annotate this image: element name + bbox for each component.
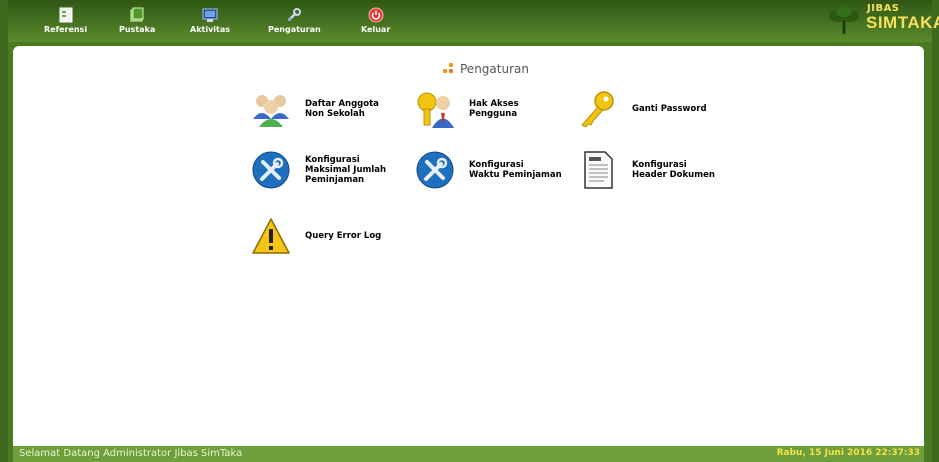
nav-label: Aktivitas: [190, 25, 231, 34]
menu-label: Query Error Log: [305, 231, 382, 241]
menu-konfig-maksimal[interactable]: Konfigurasi Maksimal Jumlah Peminjaman: [251, 150, 405, 190]
menu-daftar-anggota[interactable]: Daftar Anggota Non Sekolah: [251, 89, 405, 129]
datetime-text: Rabu, 15 Juni 2016 22:37:33: [776, 448, 920, 458]
nav-label: Pustaka: [119, 25, 156, 34]
menu-hak-akses[interactable]: Hak Akses Pengguna: [415, 89, 569, 129]
nav-pustaka[interactable]: Pustaka: [119, 2, 155, 34]
logo-line2: SIMTAKA: [866, 13, 939, 32]
logout-icon: [368, 7, 384, 23]
status-bar: Selamat Datang Administrator Jibas SimTa…: [13, 446, 924, 462]
library-icon: [130, 7, 144, 22]
settings-icon: [288, 8, 302, 21]
key-icon: [581, 91, 614, 128]
top-menu-bar: Referensi Pustaka Aktivitas Pengaturan K…: [8, 0, 939, 42]
nav-pengaturan[interactable]: Pengaturan: [268, 2, 321, 34]
app-logo: JIBAS SIMTAKA: [822, 3, 939, 39]
menu-label: Konfigurasi Maksimal Jumlah Peminjaman: [305, 155, 387, 185]
nav-label: Referensi: [44, 25, 88, 34]
nav-label: Pengaturan: [268, 25, 321, 34]
warning-icon: [252, 218, 290, 254]
activity-icon: [202, 8, 218, 22]
nav-keluar[interactable]: Keluar: [361, 2, 390, 34]
tools-icon: [252, 151, 290, 189]
section-bullet-icon: [443, 63, 455, 75]
nav-aktivitas[interactable]: Aktivitas: [190, 2, 230, 34]
tree-logo-icon: [829, 7, 859, 34]
users-group-icon: [253, 95, 289, 127]
menu-konfig-waktu[interactable]: Konfigurasi Waktu Peminjaman: [415, 150, 569, 190]
menu-label: Konfigurasi Waktu Peminjaman: [469, 160, 562, 180]
menu-ganti-password[interactable]: Ganti Password: [578, 89, 732, 129]
section-header: Pengaturan: [443, 62, 529, 76]
section-title: Pengaturan: [460, 62, 529, 76]
user-key-icon: [417, 92, 454, 128]
menu-label: Konfigurasi Header Dokumen: [632, 160, 715, 180]
reference-icon: [59, 7, 73, 23]
nav-referensi[interactable]: Referensi: [44, 2, 87, 34]
main-panel: Pengaturan Daftar Anggota Non Sekolah Ha…: [13, 46, 924, 446]
menu-label: Hak Akses Pengguna: [469, 99, 519, 119]
menu-konfig-header[interactable]: Konfigurasi Header Dokumen: [578, 150, 732, 190]
menu-label: Ganti Password: [632, 104, 707, 114]
menu-label: Daftar Anggota Non Sekolah: [305, 99, 379, 119]
tools-icon: [416, 151, 454, 189]
document-icon: [584, 151, 613, 189]
menu-query-error-log[interactable]: Query Error Log: [251, 216, 405, 256]
welcome-text: Selamat Datang Administrator Jibas SimTa…: [19, 448, 243, 459]
nav-label: Keluar: [361, 25, 391, 34]
